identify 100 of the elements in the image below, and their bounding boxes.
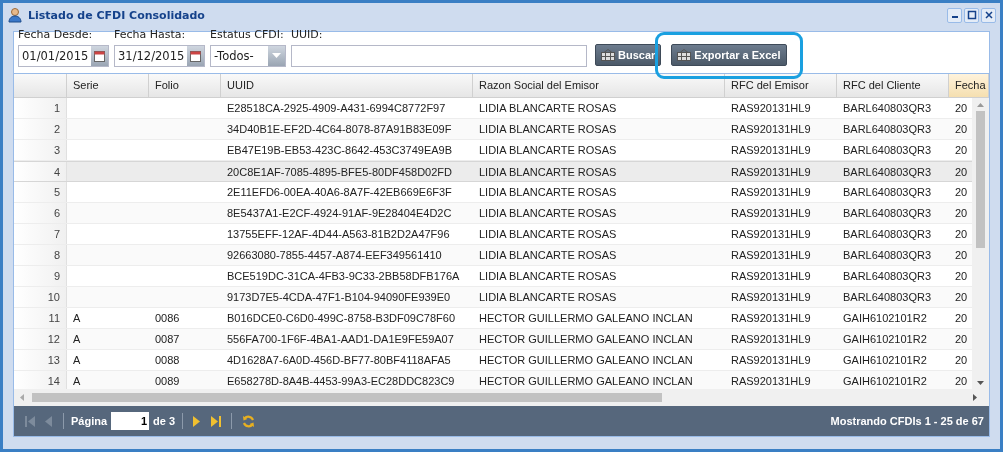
table-row[interactable]: 2 34D40B1E-EF2D-4C64-8078-87A91B83E09F LIDIA BLANCARTE ROSAS RAS920131HL9 BARL640803QR3 20 xyxy=(14,119,972,140)
table-cell-text: BARL640803QR3 xyxy=(842,206,933,221)
close-icon xyxy=(983,10,994,20)
scroll-down-icon[interactable] xyxy=(977,381,984,385)
column-header[interactable]: RFC del Emisor xyxy=(725,74,837,97)
column-header[interactable]: Serie xyxy=(67,74,149,97)
table-cell-text: 4D1628A7-6A0D-456D-BF77-80BF4118AFA5 xyxy=(226,353,452,368)
row-number: 12 xyxy=(14,329,67,349)
table-cell-text: 20 xyxy=(954,332,969,347)
scroll-right-icon[interactable] xyxy=(973,394,977,401)
page-count: de 3 xyxy=(153,415,176,427)
column-header[interactable]: UUID xyxy=(221,74,473,97)
table-cell-text: E658278D-8A4B-4453-99A3-EC28DDC823C9 xyxy=(226,374,456,389)
row-number: 10 xyxy=(14,287,67,307)
table-cell-text: 20 xyxy=(954,227,969,242)
table-cell-text: 92663080-7855-4457-A874-EEF349561410 xyxy=(226,248,443,263)
toolbar-button[interactable]: Buscar xyxy=(595,44,662,66)
table-cell-text: 20 xyxy=(954,101,969,116)
table-cell-text: RAS920131HL9 xyxy=(730,353,812,368)
table-cell-text: BARL640803QR3 xyxy=(842,143,933,158)
table-row[interactable]: 5 2E11EFD6-00EA-40A6-8A7F-42EB669E6F3F LIDIA BLANCARTE ROSAS RAS920131HL9 BARL640803QR3 20 xyxy=(14,182,972,203)
table-cell-text: GAIH6102101R2 xyxy=(842,332,928,347)
table-cell-text: 20C8E1AF-7085-4895-BFE5-80DF458D02FD xyxy=(226,165,453,180)
table-row[interactable]: 4 20C8E1AF-7085-4895-BFE5-80DF458D02FD LIDIA BLANCARTE ROSAS RAS920131HL9 BARL640803QR3 20 xyxy=(14,161,972,182)
scroll-left-icon[interactable] xyxy=(20,394,24,401)
column-header[interactable]: Razon Social del Emisor xyxy=(473,74,725,97)
table-cell-text: RAS920131HL9 xyxy=(730,374,812,389)
table-cell-text: HECTOR GUILLERMO GALEANO INCLAN xyxy=(478,353,694,368)
table-row[interactable]: 7 13755EFF-12AF-4D44-A563-81B2D2A47F96 LIDIA BLANCARTE ROSAS RAS920131HL9 BARL640803QR3 20 xyxy=(14,224,972,245)
table-cell-text: 20 xyxy=(954,269,969,284)
table-cell-text: RAS920131HL9 xyxy=(730,206,812,221)
table-icon xyxy=(677,49,692,61)
table-cell-text: 20 xyxy=(954,248,969,263)
table-cell-text: LIDIA BLANCARTE ROSAS xyxy=(478,269,618,284)
table-row[interactable]: 6 8E5437A1-E2CF-4924-91AF-9E28404E4D2C LIDIA BLANCARTE ROSAS RAS920131HL9 BARL640803QR3 20 xyxy=(14,203,972,224)
row-number: 2 xyxy=(14,119,67,139)
vertical-scrollbar[interactable] xyxy=(972,98,989,389)
column-header[interactable]: Folio xyxy=(149,74,221,97)
table-cell-text: HECTOR GUILLERMO GALEANO INCLAN xyxy=(478,332,694,347)
table-row[interactable]: 3 EB47E19B-EB53-423C-8642-453C3749EA9B LIDIA BLANCARTE ROSAS RAS920131HL9 BARL640803QR3 20 xyxy=(14,140,972,161)
table-cell-text: RAS920131HL9 xyxy=(730,332,812,347)
row-number: 14 xyxy=(14,371,67,389)
table-cell-text: 0086 xyxy=(154,311,181,326)
field-label: Fecha Desde: xyxy=(18,28,94,43)
table-cell-text: RAS920131HL9 xyxy=(730,311,812,326)
table-row[interactable]: 10 9173D7E5-4CDA-47F1-B104-94090FE939E0 LIDIA BLANCARTE ROSAS RAS920131HL9 BARL640803QR3 20 xyxy=(14,287,972,308)
table-row[interactable]: 8 92663080-7855-4457-A874-EEF349561410 LIDIA BLANCARTE ROSAS RAS920131HL9 BARL640803QR3 20 xyxy=(14,245,972,266)
toolbar-button[interactable]: Exportar a Excel xyxy=(671,44,787,66)
calendar-icon xyxy=(94,50,105,62)
table-cell-text: A xyxy=(72,374,82,389)
table-row[interactable]: 12 A 0087 556FA700-1F6F-4BA1-AAD1-DA1E9FE59A07 HECTOR GUILLERMO GALEANO INCLAN RAS920131HL9 GAIH6102101R2 20 xyxy=(14,329,972,350)
date-field[interactable]: 01/01/2015 xyxy=(18,45,109,67)
table-cell-text: EB47E19B-EB53-423C-8642-453C3749EA9B xyxy=(226,143,454,158)
table-cell-text: A xyxy=(72,353,82,368)
page-label: Página xyxy=(71,415,108,427)
status-dropdown[interactable]: -Todos- xyxy=(210,45,286,67)
row-number: 6 xyxy=(14,203,67,223)
table-cell-text: RAS920131HL9 xyxy=(730,248,812,263)
table-cell-text: 20 xyxy=(954,122,969,137)
table-cell-text: 20 xyxy=(954,185,969,200)
table-cell-text: 20 xyxy=(954,311,969,326)
table-cell-text: B016DCE0-C6D0-499C-8758-B3DF09C78F60 xyxy=(226,311,457,326)
field-label: UUID: xyxy=(291,28,324,43)
table-icon xyxy=(601,49,615,61)
close-button[interactable] xyxy=(981,7,996,23)
table-row[interactable]: 11 A 0086 B016DCE0-C6D0-499C-8758-B3DF09C78F60 HECTOR GUILLERMO GALEANO INCLAN RAS920131HL9 GAIH6102101R2 20 xyxy=(14,308,972,329)
table-cell-text: BARL640803QR3 xyxy=(842,165,933,180)
table-row[interactable]: 9 BCE519DC-31CA-4FB3-9C33-2BB58DFB176A LIDIA BLANCARTE ROSAS RAS920131HL9 BARL640803QR3 20 xyxy=(14,266,972,287)
maximize-button[interactable] xyxy=(964,7,979,23)
page-field[interactable]: 1 xyxy=(111,412,150,430)
table-row[interactable]: 1 E28518CA-2925-4909-A431-6994C8772F97 LIDIA BLANCARTE ROSAS RAS920131HL9 BARL640803QR3 20 xyxy=(14,98,972,119)
column-header[interactable]: Fecha xyxy=(949,74,989,97)
table-cell-text: GAIH6102101R2 xyxy=(842,374,928,389)
table-cell-text: 0089 xyxy=(154,374,181,389)
table-cell-text: RAS920131HL9 xyxy=(730,227,812,242)
user-icon xyxy=(7,7,23,23)
field-label: Fecha Hasta: xyxy=(114,28,187,43)
table-cell-text: LIDIA BLANCARTE ROSAS xyxy=(478,165,618,180)
window-title: Listado de CFDI Consolidado xyxy=(28,8,205,22)
table-cell-text: 0087 xyxy=(154,332,181,347)
minimize-button[interactable] xyxy=(947,7,962,23)
table-cell-text: RAS920131HL9 xyxy=(730,165,812,180)
table-cell-text: 20 xyxy=(954,165,969,180)
table-cell-text: BARL640803QR3 xyxy=(842,101,933,116)
table-cell-text: 20 xyxy=(954,374,969,389)
date-field[interactable]: 31/12/2015 xyxy=(114,45,205,67)
scroll-up-icon[interactable] xyxy=(977,103,984,107)
table-cell-text: LIDIA BLANCARTE ROSAS xyxy=(478,185,618,200)
table-cell-text: 20 xyxy=(954,290,969,305)
uuid-field[interactable] xyxy=(291,45,587,67)
table-cell-text: HECTOR GUILLERMO GALEANO INCLAN xyxy=(478,311,694,326)
table-row[interactable]: 14 A 0089 E658278D-8A4B-4453-99A3-EC28DDC823C9 HECTOR GUILLERMO GALEANO INCLAN RAS920131HL9 GAIH6102101R2 20 xyxy=(14,371,972,389)
horizontal-scrollbar[interactable] xyxy=(14,389,989,406)
table-cell-text: LIDIA BLANCARTE ROSAS xyxy=(478,143,618,158)
table-cell-text: RAS920131HL9 xyxy=(730,185,812,200)
table-cell-text: BARL640803QR3 xyxy=(842,185,933,200)
calendar-icon xyxy=(190,50,201,62)
table-cell-text: BARL640803QR3 xyxy=(842,290,933,305)
table-cell-text: BARL640803QR3 xyxy=(842,248,933,263)
table-row[interactable]: 13 A 0088 4D1628A7-6A0D-456D-BF77-80BF4118AFA5 HECTOR GUILLERMO GALEANO INCLAN RAS920131HL9 GAIH6102101R2 20 xyxy=(14,350,972,371)
